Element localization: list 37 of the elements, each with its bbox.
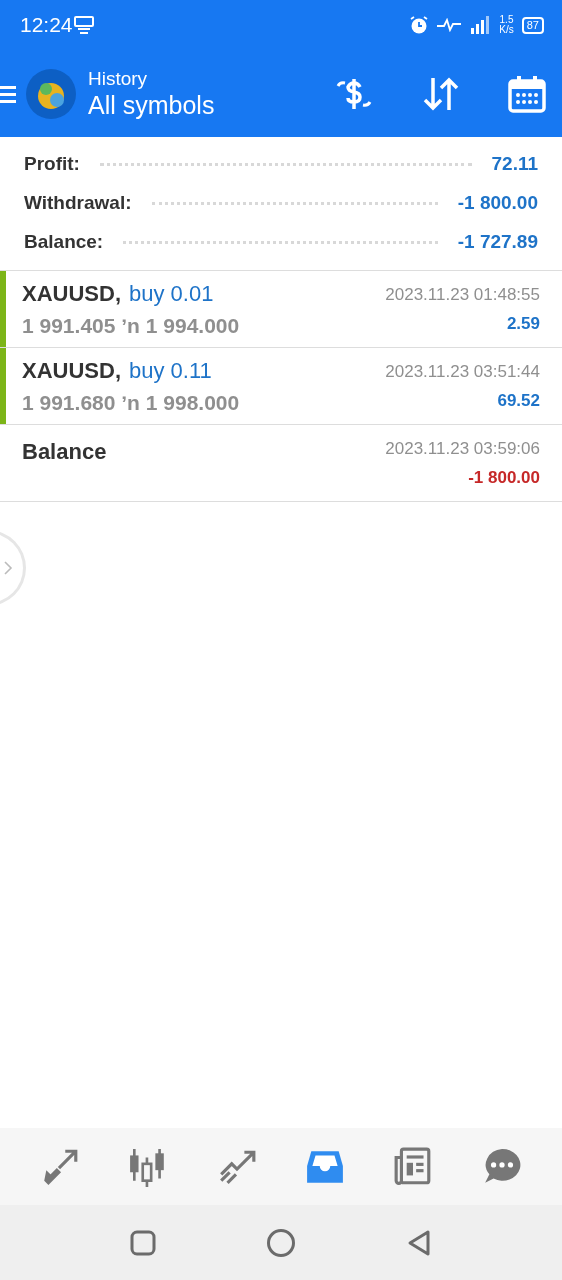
deal-symbol: XAUUSD, — [22, 356, 121, 385]
chevron-icon — [3, 560, 13, 576]
recent-apps-icon[interactable] — [130, 1229, 156, 1256]
summary-label: Profit: — [24, 152, 80, 177]
deal-prices: 1 991.680 ʼn 1 998.000 — [22, 389, 240, 416]
home-icon[interactable] — [266, 1227, 296, 1258]
menu-icon[interactable] — [0, 83, 16, 104]
deal-amount: 2.59 — [505, 313, 540, 335]
deal-time: 2023.11.23 03:59:06 — [385, 437, 540, 460]
signal-icon — [469, 14, 492, 36]
deal-action: buy 0.11 — [129, 356, 212, 385]
summary-value: -1 800.00 — [457, 191, 538, 216]
deal-time: 2023.11.23 03:51:44 — [385, 360, 540, 383]
deal-symbol: Balance — [22, 438, 107, 466]
deal-symbol: XAUUSD, — [22, 279, 121, 308]
clock-time: 12:24 — [20, 12, 73, 39]
summary-value: 72.11 — [491, 152, 538, 177]
back-icon[interactable] — [406, 1228, 432, 1257]
alarm-icon — [409, 15, 430, 35]
summary-label: Withdrawal: — [24, 191, 132, 216]
deal-prices: 1 991.405 ʼn 1 994.000 — [22, 312, 240, 339]
notification-icon — [72, 14, 95, 36]
deal-action: buy 0.01 — [129, 279, 214, 308]
calendar-icon[interactable] — [508, 74, 546, 113]
deal-amount: 69.52 — [496, 390, 540, 412]
deal-amount: -1 800.00 — [467, 467, 540, 489]
activity-icon — [437, 18, 462, 32]
summary-value: -1 727.89 — [457, 230, 538, 255]
summary-label: Balance: — [24, 230, 104, 255]
network-speed: 1.5 — [499, 15, 514, 25]
app-logo-icon — [26, 68, 76, 119]
deal-time: 2023.11.23 01:48:55 — [385, 283, 540, 306]
battery-level: 87 — [521, 16, 544, 34]
network-speed-unit: K/s — [499, 25, 514, 35]
symbol-filter[interactable]: All symbols — [88, 89, 334, 120]
sort-icon[interactable] — [422, 75, 460, 112]
screen-title: History — [88, 67, 149, 90]
